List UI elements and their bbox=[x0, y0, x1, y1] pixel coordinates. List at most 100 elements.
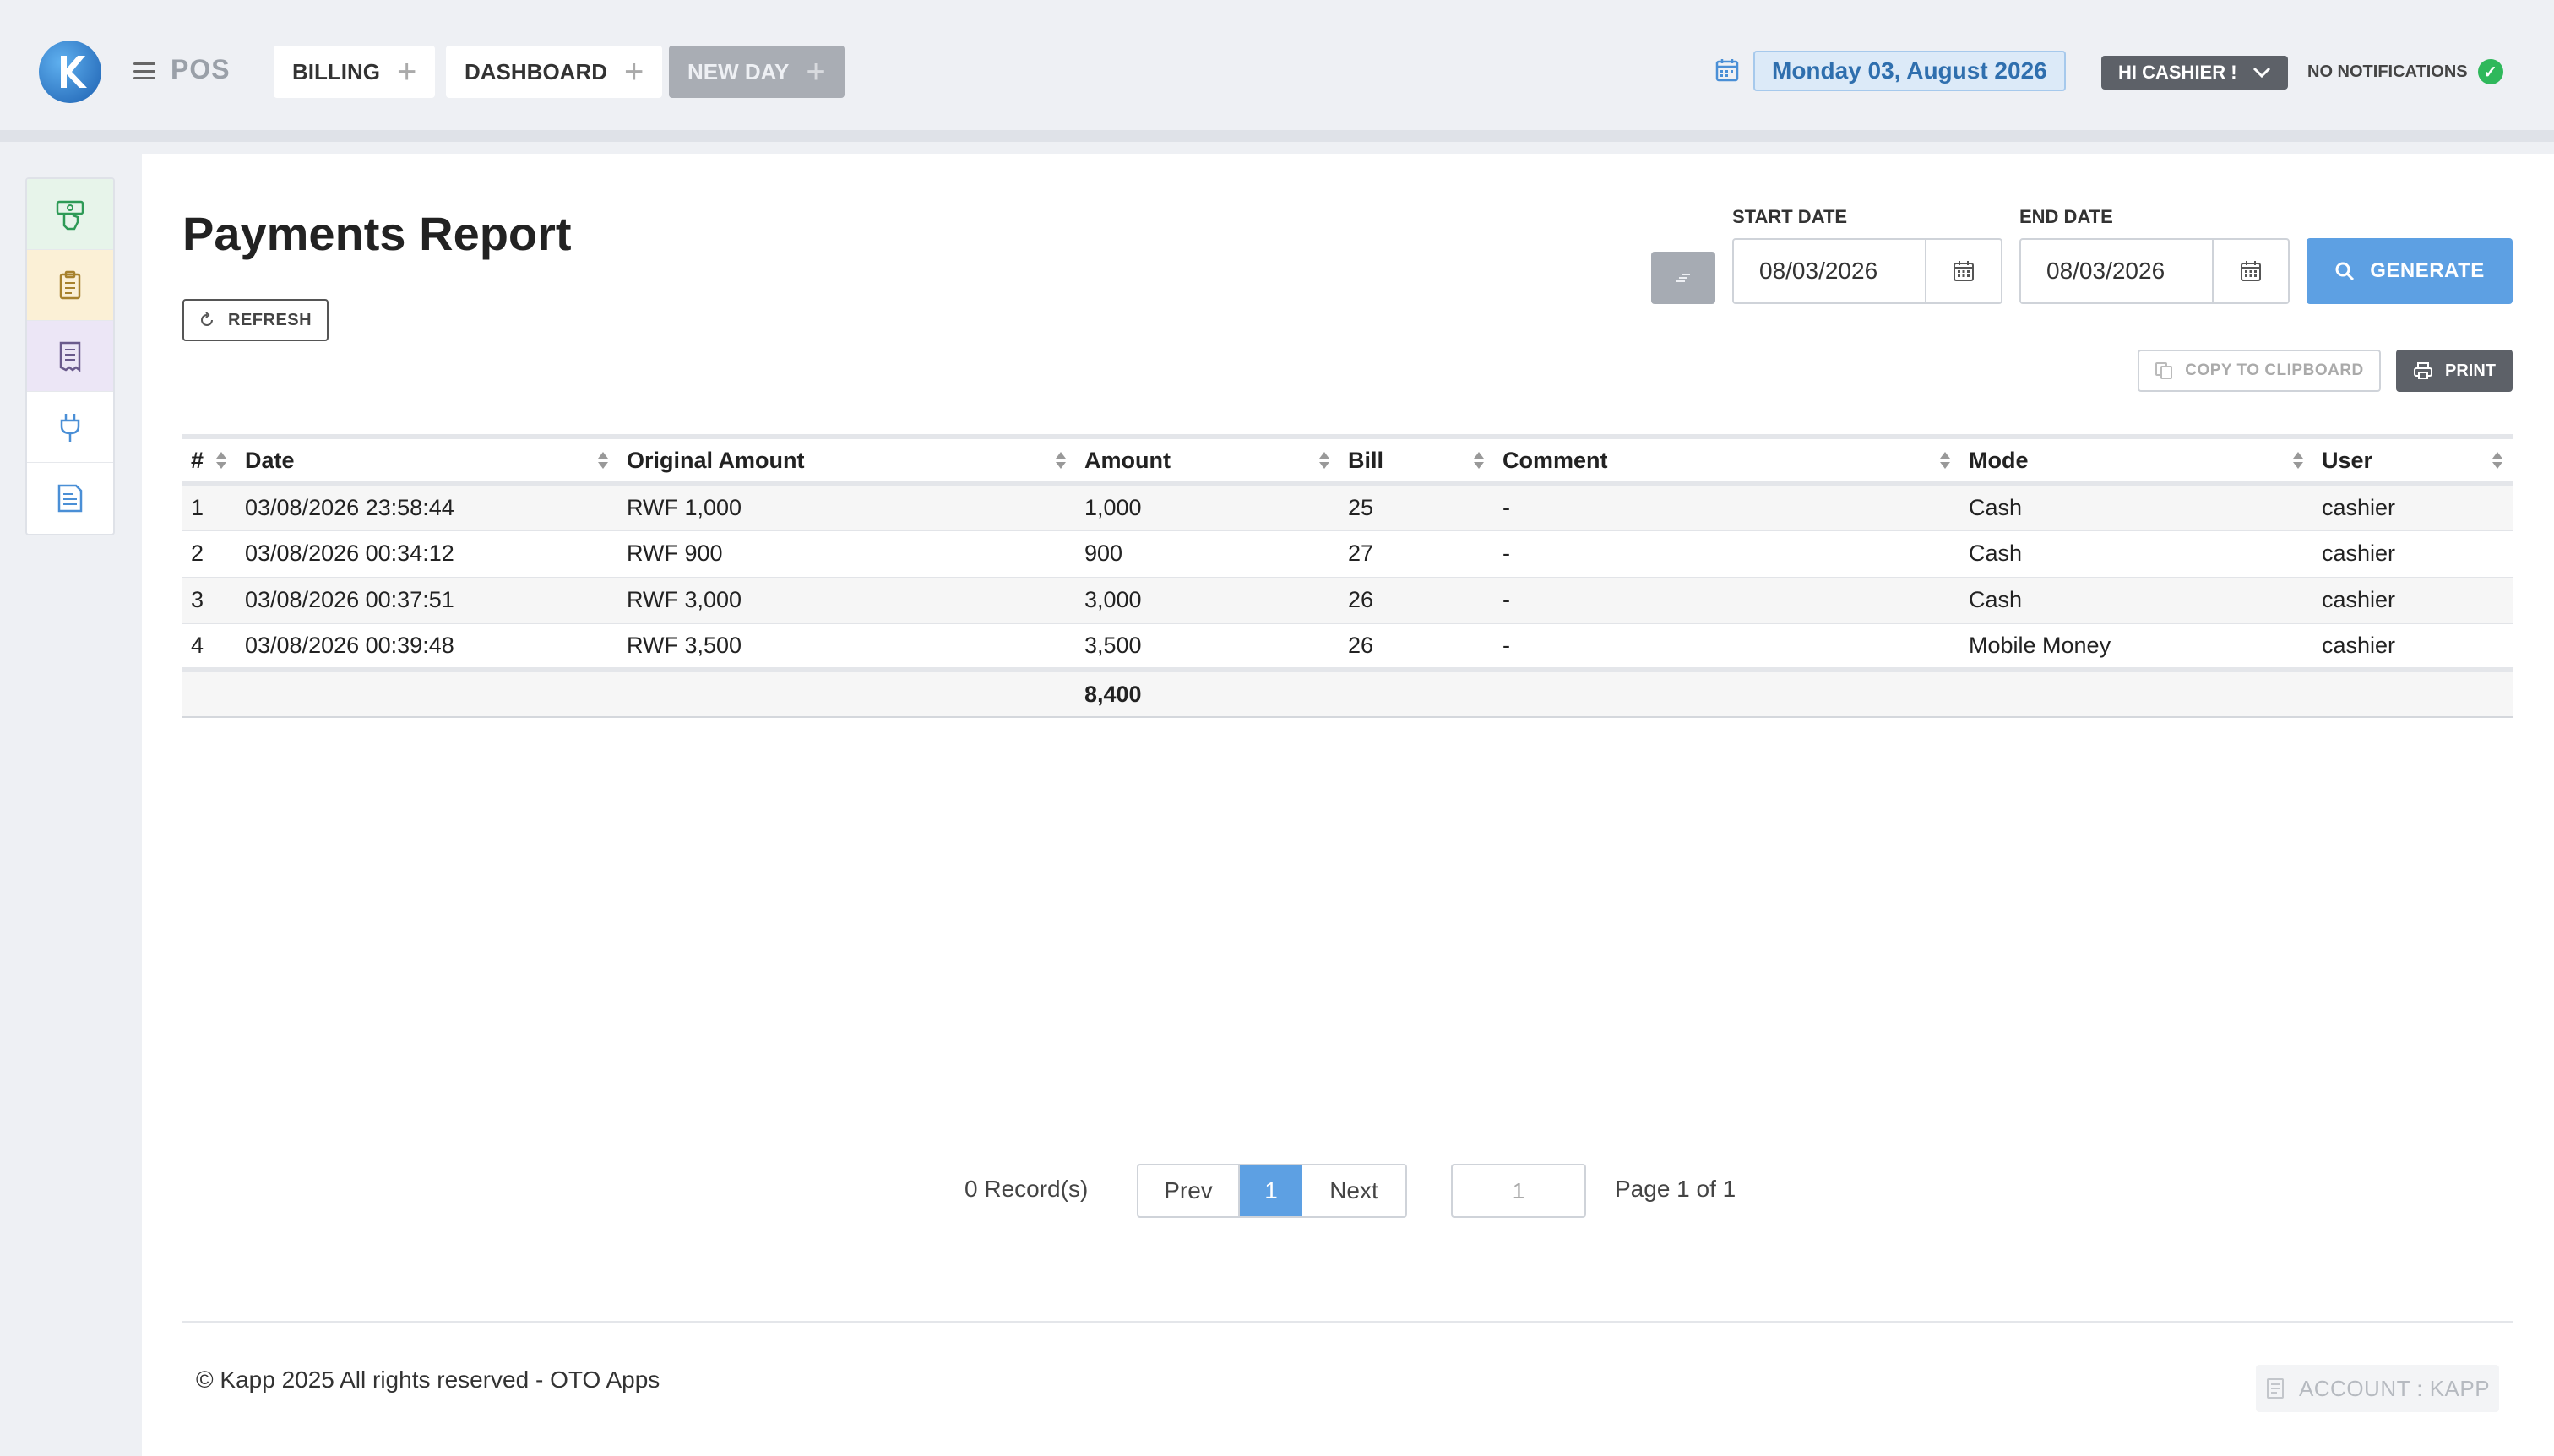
sort-icon bbox=[1056, 452, 1066, 469]
table-row[interactable]: 3 03/08/2026 00:37:51 RWF 3,000 3,000 26… bbox=[182, 577, 2513, 624]
payments-table: # Date Original Amount Amount Bill Comme… bbox=[182, 434, 2513, 718]
brand-label: POS bbox=[171, 54, 231, 84]
column-header-index[interactable]: # bbox=[182, 437, 236, 484]
tab-dashboard[interactable]: DASHBOARD + bbox=[446, 46, 663, 98]
generate-label: GENERATE bbox=[2370, 259, 2485, 282]
cell-amount: 900 bbox=[1076, 530, 1339, 578]
end-date-label: END DATE bbox=[2019, 206, 2113, 227]
page-number-input[interactable]: 1 bbox=[1451, 1164, 1586, 1218]
cell-amount: 3,000 bbox=[1076, 577, 1339, 624]
column-header-bill[interactable]: Bill bbox=[1339, 437, 1494, 484]
cell-comment: - bbox=[1494, 530, 1960, 578]
sort-icon bbox=[1940, 452, 1950, 469]
search-icon bbox=[2335, 262, 2355, 281]
kapp-logo[interactable] bbox=[39, 41, 101, 103]
tab-new-day[interactable]: NEW DAY + bbox=[669, 46, 845, 98]
printer-icon bbox=[2414, 362, 2432, 379]
column-header-label: Bill bbox=[1348, 447, 1384, 473]
cell-user: cashier bbox=[2313, 530, 2513, 578]
column-header-mode[interactable]: Mode bbox=[1960, 437, 2313, 484]
print-button[interactable]: PRINT bbox=[2396, 350, 2513, 392]
filter-button[interactable] bbox=[1651, 252, 1715, 304]
total-empty-cell bbox=[1339, 670, 1494, 718]
total-empty-cell bbox=[2313, 670, 2513, 718]
end-date-picker-button[interactable] bbox=[2212, 240, 2288, 302]
generate-button[interactable]: GENERATE bbox=[2307, 238, 2513, 304]
cell-mode: Mobile Money bbox=[1960, 623, 2313, 671]
sidebar-item-documents[interactable] bbox=[27, 463, 113, 534]
footer-divider bbox=[182, 1321, 2513, 1323]
tab-billing[interactable]: BILLING + bbox=[274, 46, 436, 98]
logo-k-icon bbox=[61, 56, 87, 88]
tab-billing-label: BILLING bbox=[292, 58, 380, 84]
clipboard-icon bbox=[59, 270, 81, 299]
cell-user: cashier bbox=[2313, 484, 2513, 531]
column-header-user[interactable]: User bbox=[2313, 437, 2513, 484]
cell-index: 1 bbox=[182, 484, 236, 531]
pagination: Prev 1 Next bbox=[1137, 1164, 1407, 1218]
next-page-button[interactable]: Next bbox=[1302, 1165, 1405, 1216]
column-header-original-amount[interactable]: Original Amount bbox=[618, 437, 1076, 484]
column-header-date[interactable]: Date bbox=[236, 437, 618, 484]
calendar-icon bbox=[1715, 59, 1739, 82]
sort-icon bbox=[2293, 452, 2303, 469]
start-date-label: START DATE bbox=[1732, 206, 1848, 227]
sidebar bbox=[25, 177, 115, 535]
copyright-text: © Kapp 2025 All rights reserved - OTO Ap… bbox=[196, 1366, 660, 1393]
cell-date: 03/08/2026 00:39:48 bbox=[236, 623, 618, 671]
cell-comment: - bbox=[1494, 577, 1960, 624]
start-date-input[interactable]: 08/03/2026 bbox=[1732, 238, 2002, 304]
document-icon bbox=[57, 484, 83, 513]
cell-bill: 26 bbox=[1339, 577, 1494, 624]
user-menu-button[interactable]: HI CASHIER ! bbox=[2101, 56, 2288, 90]
total-empty-cell bbox=[618, 670, 1076, 718]
prev-page-button[interactable]: Prev bbox=[1138, 1165, 1240, 1216]
plus-icon: + bbox=[397, 53, 417, 90]
column-header-amount[interactable]: Amount bbox=[1076, 437, 1339, 484]
page-title: Payments Report bbox=[182, 207, 572, 260]
plus-icon: + bbox=[806, 53, 826, 90]
column-header-label: Mode bbox=[1969, 447, 2029, 473]
calendar-icon bbox=[2241, 261, 2261, 281]
cell-mode: Cash bbox=[1960, 484, 2313, 531]
calendar-icon bbox=[1954, 261, 1974, 281]
cell-index: 3 bbox=[182, 577, 236, 624]
cell-bill: 27 bbox=[1339, 530, 1494, 578]
cell-date: 03/08/2026 00:34:12 bbox=[236, 530, 618, 578]
sidebar-item-integrations[interactable] bbox=[27, 392, 113, 463]
total-amount: 8,400 bbox=[1076, 670, 1339, 718]
sort-icon bbox=[598, 452, 608, 469]
cell-original-amount: RWF 3,500 bbox=[618, 623, 1076, 671]
sort-icon bbox=[216, 452, 226, 469]
account-badge[interactable]: ACCOUNT : KAPP bbox=[2256, 1365, 2499, 1412]
user-menu-label: HI CASHIER ! bbox=[2118, 62, 2237, 83]
print-label: PRINT bbox=[2445, 361, 2496, 380]
current-page-button[interactable]: 1 bbox=[1240, 1165, 1302, 1216]
page-of-label: Page 1 of 1 bbox=[1615, 1176, 1736, 1202]
column-header-comment[interactable]: Comment bbox=[1494, 437, 1960, 484]
column-header-label: Comment bbox=[1503, 447, 1608, 473]
sort-icon bbox=[2492, 452, 2502, 469]
column-header-label: # bbox=[191, 447, 204, 473]
sidebar-item-orders[interactable] bbox=[27, 250, 113, 321]
document-icon bbox=[2266, 1378, 2284, 1399]
main-panel: Payments Report REFRESH START DATE 08/03… bbox=[142, 154, 2554, 1456]
table-row[interactable]: 1 03/08/2026 23:58:44 RWF 1,000 1,000 25… bbox=[182, 484, 2513, 531]
start-date-picker-button[interactable] bbox=[1925, 240, 2001, 302]
account-label: ACCOUNT : KAPP bbox=[2298, 1375, 2491, 1401]
hamburger-menu-icon[interactable] bbox=[133, 62, 155, 79]
end-date-input[interactable]: 08/03/2026 bbox=[2019, 238, 2290, 304]
table-row[interactable]: 2 03/08/2026 00:34:12 RWF 900 900 27 - C… bbox=[182, 530, 2513, 578]
notifications-label: NO NOTIFICATIONS bbox=[2307, 62, 2468, 81]
table-row[interactable]: 4 03/08/2026 00:39:48 RWF 3,500 3,500 26… bbox=[182, 623, 2513, 671]
sidebar-item-billing[interactable] bbox=[27, 179, 113, 250]
total-empty-cell bbox=[1494, 670, 1960, 718]
refresh-button[interactable]: REFRESH bbox=[182, 299, 329, 341]
filter-lines-icon bbox=[1676, 274, 1690, 282]
copy-to-clipboard-button[interactable]: COPY TO CLIPBOARD bbox=[2138, 350, 2381, 392]
cell-original-amount: RWF 3,000 bbox=[618, 577, 1076, 624]
notifications-status[interactable]: NO NOTIFICATIONS ✓ bbox=[2307, 59, 2503, 84]
cell-mode: Cash bbox=[1960, 530, 2313, 578]
check-circle-icon: ✓ bbox=[2477, 59, 2503, 84]
sidebar-item-reports[interactable] bbox=[27, 321, 113, 392]
